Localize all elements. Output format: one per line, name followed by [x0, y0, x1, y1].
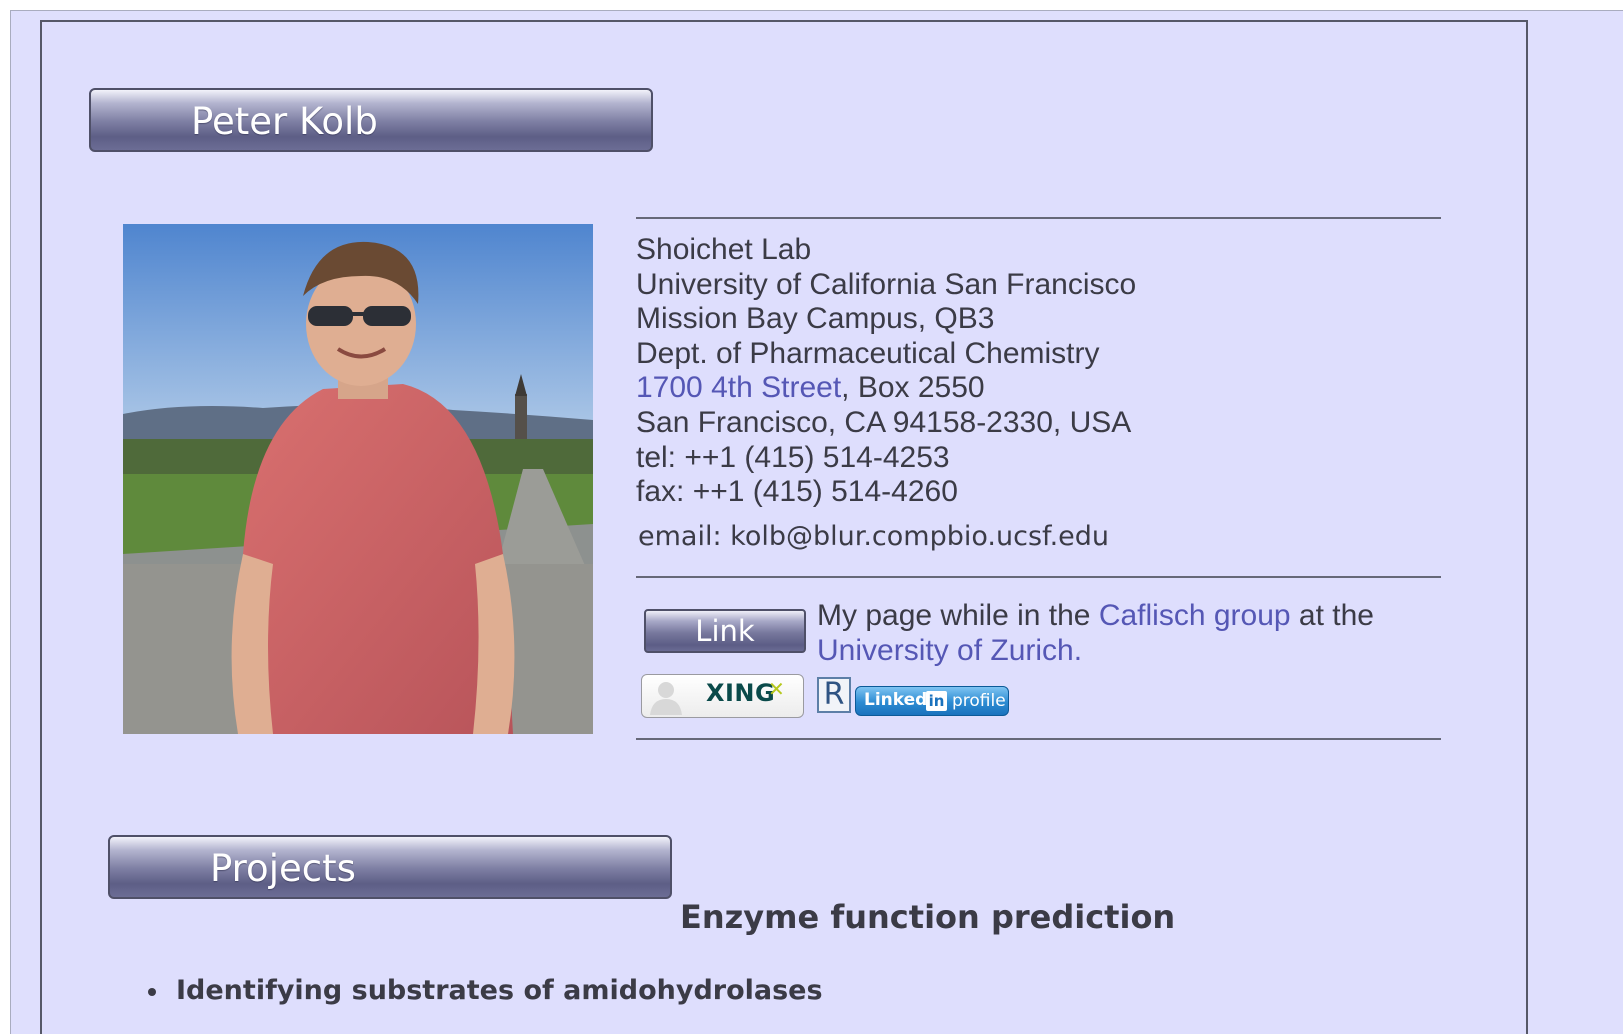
link-text-end: .: [1073, 634, 1083, 667]
telephone: tel: ++1 (415) 514-4253: [636, 440, 950, 474]
divider-top: [636, 217, 1441, 219]
caflisch-group-link[interactable]: Caflisch group: [1099, 599, 1291, 632]
project-heading: Enzyme function prediction: [680, 898, 1176, 936]
lab-name: Shoichet Lab: [636, 233, 812, 266]
university-of-zurich-link[interactable]: University of Zurich: [817, 634, 1074, 667]
xing-logo-icon: ✕: [768, 677, 785, 701]
fax: fax: ++1 (415) 514-4260: [636, 475, 958, 509]
linkedin-in-icon: in: [926, 691, 947, 711]
street-link[interactable]: 1700 4th Street: [636, 371, 841, 404]
divider-middle: [636, 576, 1441, 578]
list-item: Identifying substrates of amidohydrolase…: [148, 975, 823, 1006]
linkedin-name: Linked: [864, 690, 928, 710]
person-icon: [650, 682, 682, 715]
link-button[interactable]: Link: [644, 609, 806, 653]
city-line: San Francisco, CA 94158-2330, USA: [636, 405, 1132, 439]
link-text-before: My page while in the: [817, 599, 1099, 632]
project-item-label: Identifying substrates of amidohydrolase…: [176, 975, 823, 1006]
name-title-bar: Peter Kolb: [89, 88, 653, 152]
page: Peter Kolb Shoichet Lab University of Ca…: [0, 0, 1623, 1034]
street-line: 1700 4th Street, Box 2550: [636, 371, 1136, 406]
profile-photo: [123, 224, 593, 734]
campus-name: Mission Bay Campus, QB3: [636, 302, 995, 336]
box-number: , Box 2550: [841, 371, 985, 405]
bullet-icon: [148, 987, 156, 996]
email-address: email: kolb@blur.compbio.ucsf.edu: [638, 521, 1110, 552]
projects-title-bar: Projects: [108, 835, 672, 899]
previous-page-text: My page while in the Caflisch group at t…: [817, 598, 1417, 668]
linkedin-profile-label: profile: [952, 691, 1006, 711]
xing-label: XING: [706, 679, 776, 707]
address-block: Shoichet Lab University of California Sa…: [636, 233, 1136, 510]
university-name: University of California San Francisco: [636, 267, 1137, 301]
link-text-middle: at the: [1290, 599, 1374, 632]
linkedin-badge[interactable]: Linked in profile: [855, 686, 1009, 716]
department-name: Dept. of Pharmaceutical Chemistry: [636, 336, 1100, 370]
researchgate-badge[interactable]: R: [817, 677, 851, 713]
xing-badge[interactable]: XING ✕: [641, 674, 804, 718]
divider-bottom: [636, 738, 1441, 740]
